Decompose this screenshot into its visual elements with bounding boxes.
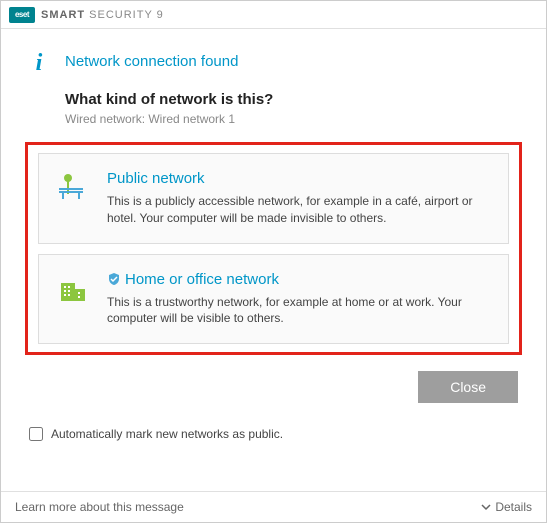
building-icon bbox=[57, 273, 89, 305]
product-name: SMART SECURITY 9 bbox=[41, 9, 164, 21]
option-public-desc: This is a publicly accessible network, f… bbox=[107, 193, 490, 227]
info-icon: i bbox=[29, 53, 49, 73]
learn-more-link[interactable]: Learn more about this message bbox=[15, 500, 184, 514]
network-name-label: Wired network: Wired network 1 bbox=[65, 112, 518, 126]
close-button[interactable]: Close bbox=[418, 371, 518, 403]
chevron-down-icon bbox=[481, 502, 491, 512]
prompt-question: What kind of network is this? bbox=[65, 91, 518, 108]
bench-icon bbox=[57, 172, 89, 204]
options-highlight: Public network This is a publicly access… bbox=[25, 142, 522, 355]
option-home-title: Home or office network bbox=[107, 271, 490, 288]
option-home-desc: This is a trustworthy network, for examp… bbox=[107, 294, 490, 328]
dialog-title: Network connection found bbox=[65, 53, 238, 70]
option-public-network[interactable]: Public network This is a publicly access… bbox=[38, 153, 509, 244]
auto-public-checkbox[interactable] bbox=[29, 427, 43, 441]
auto-public-label[interactable]: Automatically mark new networks as publi… bbox=[51, 427, 283, 441]
shield-icon bbox=[107, 272, 121, 286]
option-public-title: Public network bbox=[107, 170, 490, 187]
details-toggle[interactable]: Details bbox=[481, 500, 532, 514]
option-home-network[interactable]: Home or office network This is a trustwo… bbox=[38, 254, 509, 345]
footer-bar: Learn more about this message Details bbox=[1, 491, 546, 522]
eset-logo: eset bbox=[9, 7, 35, 23]
titlebar: eset SMART SECURITY 9 bbox=[1, 1, 546, 29]
